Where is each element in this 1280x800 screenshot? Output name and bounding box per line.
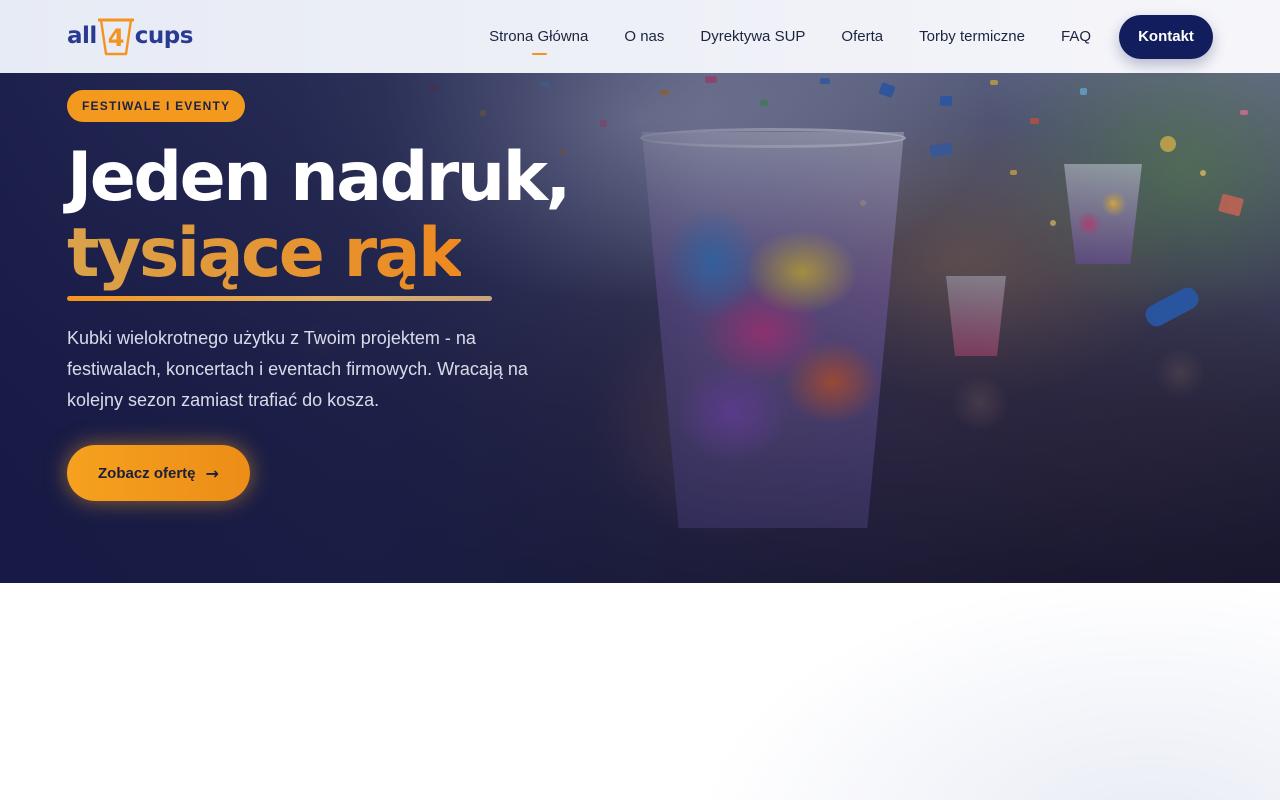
- contact-button[interactable]: Kontakt: [1119, 14, 1213, 59]
- main-navigation: Strona Główna O nas Dyrektywa SUP Oferta…: [453, 0, 1213, 73]
- nav-item-thermal-bags[interactable]: Torby termiczne: [919, 28, 1025, 45]
- logo[interactable]: all 4 cups: [67, 15, 193, 57]
- nav-item-sup-directive[interactable]: Dyrektywa SUP: [700, 28, 805, 45]
- nav-item-about[interactable]: O nas: [624, 28, 664, 45]
- hero-lead-text: Kubki wielokrotnego użytku z Twoim proje…: [67, 328, 528, 410]
- arrow-right-icon: →: [205, 463, 219, 483]
- logo-text-cups: cups: [134, 23, 194, 49]
- cup-logo-icon: 4: [97, 16, 134, 56]
- hero-section: FESTIWALE I EVENTY Jeden nadruk, tysiące…: [0, 0, 1280, 583]
- hero-content: FESTIWALE I EVENTY Jeden nadruk, tysiące…: [67, 90, 571, 501]
- nav-item-offer[interactable]: Oferta: [841, 28, 883, 45]
- site-header: all 4 cups Strona Główna O nas Dyrektywa…: [0, 0, 1280, 73]
- next-section-background: [0, 583, 1280, 800]
- see-offer-button[interactable]: Zobacz ofertę →: [67, 445, 250, 501]
- hero-title: Jeden nadruk, tysiące rąk: [67, 138, 571, 298]
- see-offer-button-label: Zobacz ofertę: [98, 464, 196, 482]
- hero-title-line1: Jeden nadruk,: [67, 138, 571, 217]
- logo-text-four: 4: [107, 24, 125, 52]
- hero-title-accent: tysiące rąk: [67, 216, 463, 298]
- category-badge: FESTIWALE I EVENTY: [67, 90, 246, 122]
- nav-item-home[interactable]: Strona Główna: [489, 28, 588, 55]
- nav-item-faq[interactable]: FAQ: [1061, 28, 1091, 45]
- logo-text-all: all: [67, 23, 97, 49]
